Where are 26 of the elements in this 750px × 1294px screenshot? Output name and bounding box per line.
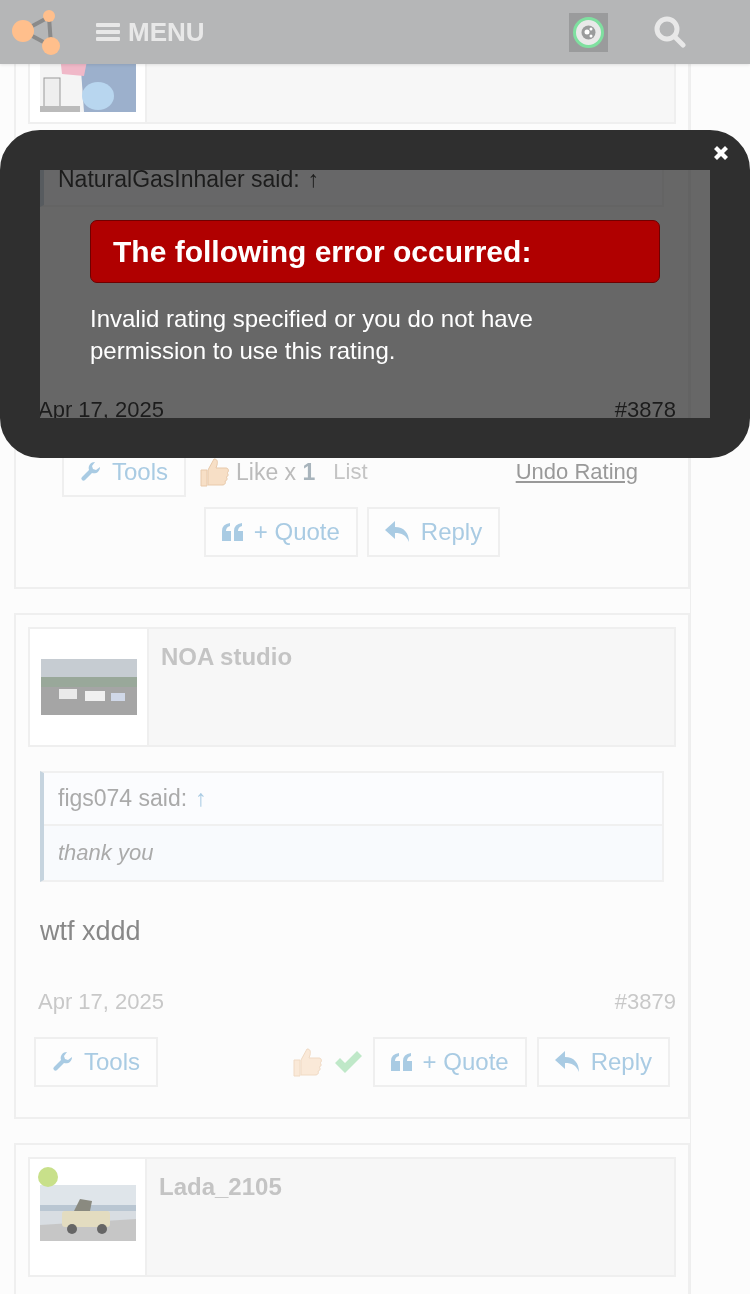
likes-summary: Like x 1 (236, 458, 316, 486)
wrench-icon (52, 1051, 74, 1073)
quote-button[interactable]: + Quote (203, 507, 358, 557)
quote-icon (390, 1053, 413, 1071)
tools-button[interactable]: Tools (34, 1037, 159, 1087)
thumbs-up-icon[interactable] (290, 1047, 323, 1077)
reply-button[interactable]: Reply (536, 1037, 670, 1087)
avatar-icon[interactable] (569, 12, 608, 52)
undo-rating-link[interactable]: Undo Rating (515, 459, 638, 485)
quote-author: figs074 said: (58, 785, 188, 812)
reply-icon (554, 1051, 581, 1073)
search-icon[interactable] (654, 16, 686, 48)
list-link[interactable]: List (333, 459, 368, 485)
menu-icon (96, 22, 120, 42)
post-message: wtf xddd (40, 916, 142, 947)
error-message: Invalid rating specified or you do not have permission to use this rating. (90, 304, 534, 366)
quote-button[interactable]: + Quote (372, 1037, 527, 1087)
error-title: The following error occurred: (90, 220, 660, 283)
reply-button[interactable]: Reply (366, 507, 501, 557)
quote-icon (221, 523, 244, 541)
quote-link[interactable]: ↑ (195, 785, 207, 812)
logo-icon[interactable] (11, 9, 61, 55)
quote-author: NaturalGasInhaler said: (58, 166, 300, 193)
wrench-icon (80, 461, 102, 483)
reply-icon (384, 521, 411, 543)
thumbs-up-icon (198, 457, 231, 487)
